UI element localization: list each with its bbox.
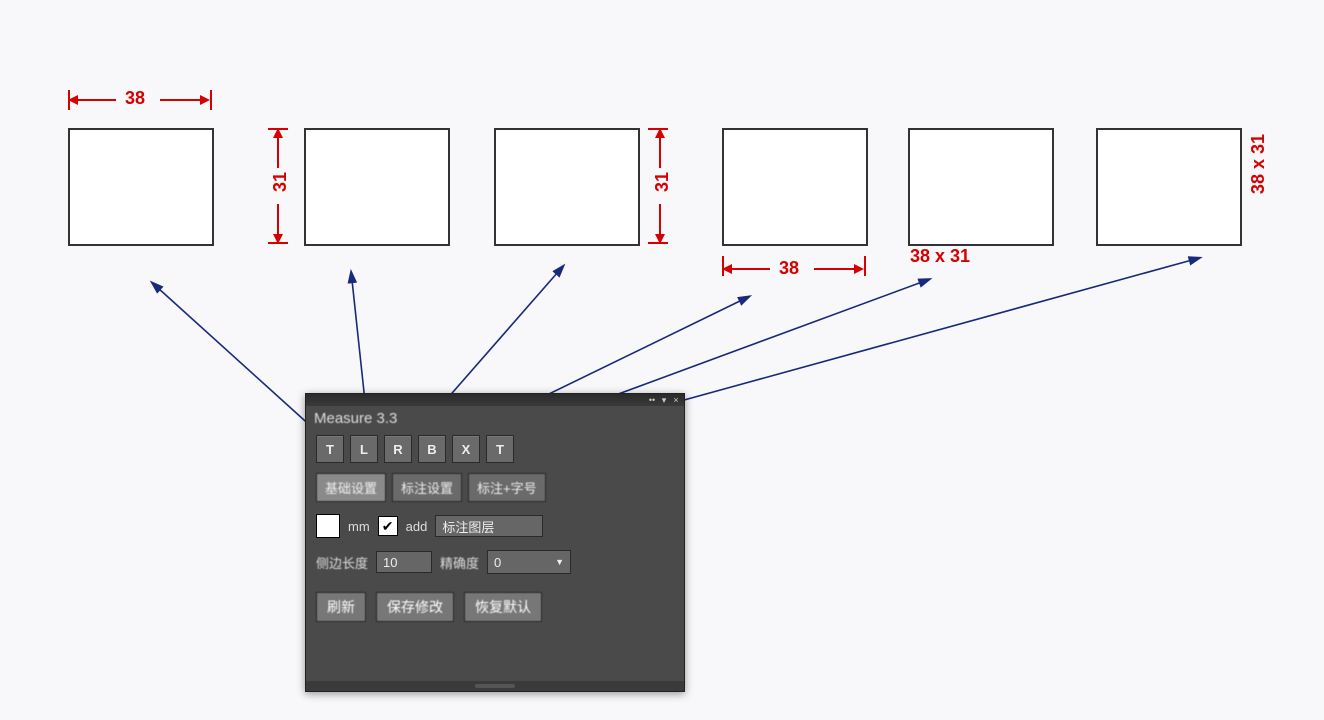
add-checkbox[interactable]: ✔ [378, 516, 398, 536]
dim-line [726, 268, 770, 270]
tab-row: 基础设置 标注设置 标注+字号 [316, 473, 674, 502]
dim-height-label: 31 [270, 172, 291, 192]
actions-row: 刷新 保存修改 恢复默认 [316, 592, 674, 622]
dim-line [277, 134, 279, 168]
grip-icon [475, 684, 515, 688]
dim-line [72, 99, 116, 101]
tool-button-both[interactable]: X [452, 435, 480, 463]
tool-button-left[interactable]: L [350, 435, 378, 463]
options-row: 侧边长度 精确度 0 ▼ [316, 550, 674, 574]
sidelen-label: 侧边长度 [316, 553, 368, 572]
unit-label: mm [348, 519, 370, 534]
dim-combo-label-vertical: 38 x 31 [1248, 134, 1269, 194]
panel-resize-grip[interactable] [306, 681, 684, 691]
tool-button-alt[interactable]: T [486, 435, 514, 463]
rect-5[interactable] [908, 128, 1054, 246]
chevron-down-icon: ▼ [555, 557, 564, 567]
rect-6[interactable] [1096, 128, 1242, 246]
flyout-icon[interactable]: ▾ [660, 395, 668, 406]
canvas: 38 31 31 38 38 x 31 38 x 31 [0, 0, 1324, 720]
measure-panel[interactable]: •• ▾ × Measure 3.3 T L R B X T 基础设置 标注设置… [305, 393, 685, 692]
panel-body: T L R B X T 基础设置 标注设置 标注+字号 mm ✔ add 侧边长… [306, 431, 684, 644]
dim-line [659, 134, 661, 168]
dim-height-label: 31 [652, 172, 673, 192]
rect-1[interactable] [68, 128, 214, 246]
reset-button[interactable]: 恢复默认 [464, 592, 542, 622]
arrow-right-icon [854, 264, 864, 274]
tool-button-bottom[interactable]: B [418, 435, 446, 463]
arrow-up-icon [273, 128, 283, 138]
tool-button-top[interactable]: T [316, 435, 344, 463]
close-icon[interactable]: × [672, 395, 680, 405]
arrow-down-icon [273, 234, 283, 244]
dim-width-label: 38 [779, 258, 799, 279]
rect-4[interactable] [722, 128, 868, 246]
arrow-left-icon [68, 95, 78, 105]
layer-input[interactable] [435, 515, 543, 537]
color-swatch[interactable] [316, 514, 340, 538]
precision-select[interactable]: 0 ▼ [487, 550, 571, 574]
rect-3[interactable] [494, 128, 640, 246]
arrow-right-icon [200, 95, 210, 105]
tab-basic[interactable]: 基础设置 [316, 473, 386, 502]
tab-label-font[interactable]: 标注+字号 [468, 473, 546, 502]
dim-combo-label: 38 x 31 [910, 246, 970, 267]
precision-label: 精确度 [440, 553, 479, 572]
minimize-icon[interactable]: •• [648, 395, 656, 405]
arrow-up-icon [655, 128, 665, 138]
dim-tick [864, 256, 866, 276]
precision-value: 0 [494, 555, 501, 570]
tool-row: T L R B X T [316, 435, 674, 463]
arrow-down-icon [655, 234, 665, 244]
save-button[interactable]: 保存修改 [376, 592, 454, 622]
rect-2[interactable] [304, 128, 450, 246]
arrow-left-icon [722, 264, 732, 274]
tool-button-right[interactable]: R [384, 435, 412, 463]
panel-title: Measure 3.3 [306, 406, 684, 431]
add-label: add [406, 519, 428, 534]
dim-tick [210, 90, 212, 110]
sidelen-input[interactable] [376, 551, 432, 573]
dim-width-label: 38 [125, 88, 145, 109]
tab-label[interactable]: 标注设置 [392, 473, 462, 502]
panel-titlebar[interactable]: •• ▾ × [306, 394, 684, 406]
refresh-button[interactable]: 刷新 [316, 592, 366, 622]
unit-row: mm ✔ add [316, 514, 674, 538]
